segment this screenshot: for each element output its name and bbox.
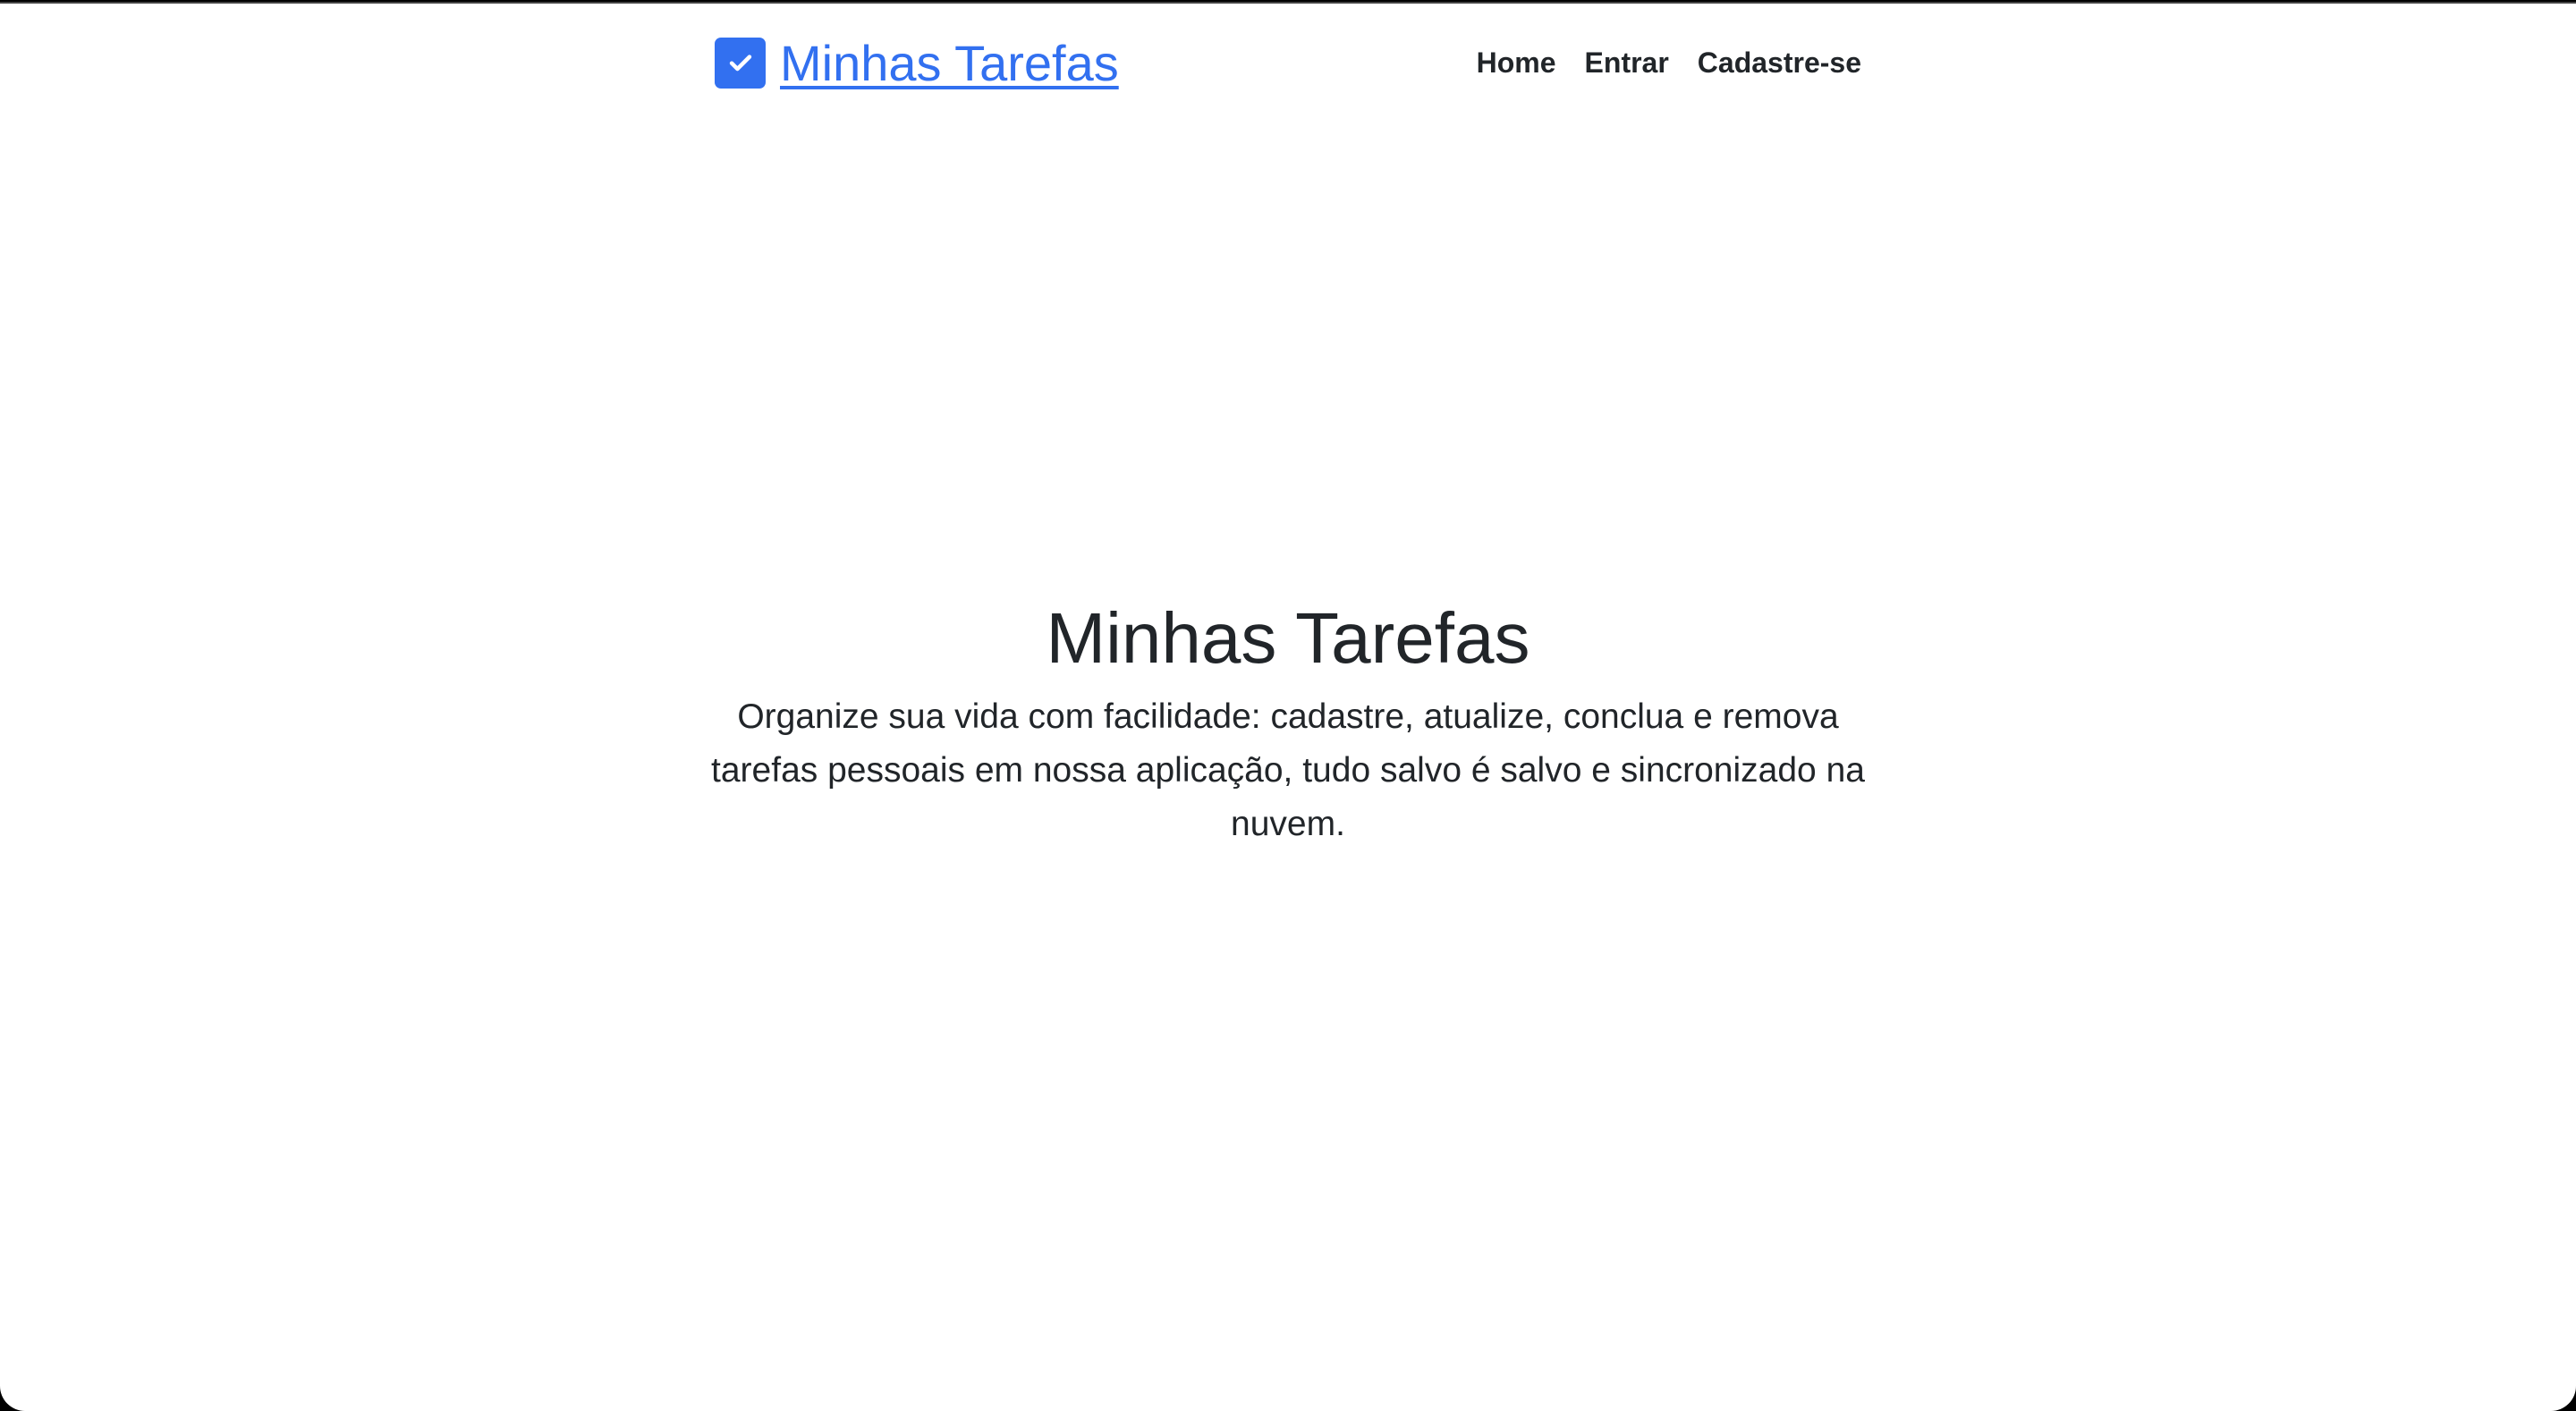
hero-title: Minhas Tarefas xyxy=(1046,598,1530,678)
page: Minhas Tarefas Home Entrar Cadastre-se M… xyxy=(0,2,2576,1411)
hero-description: Organize sua vida com facilidade: cadast… xyxy=(711,697,1865,843)
nav-home[interactable]: Home xyxy=(1477,46,1556,80)
hero: Minhas Tarefas Organize sua vida com fac… xyxy=(707,594,1869,851)
check-square-icon xyxy=(715,37,766,89)
nav-links: Home Entrar Cadastre-se xyxy=(1477,46,1861,80)
brand-link[interactable]: Minhas Tarefas xyxy=(715,34,1119,92)
navbar: Minhas Tarefas Home Entrar Cadastre-se xyxy=(715,34,1861,92)
nav-signup[interactable]: Cadastre-se xyxy=(1698,46,1861,80)
brand-text: Minhas Tarefas xyxy=(780,34,1119,91)
nav-login[interactable]: Entrar xyxy=(1585,46,1669,80)
